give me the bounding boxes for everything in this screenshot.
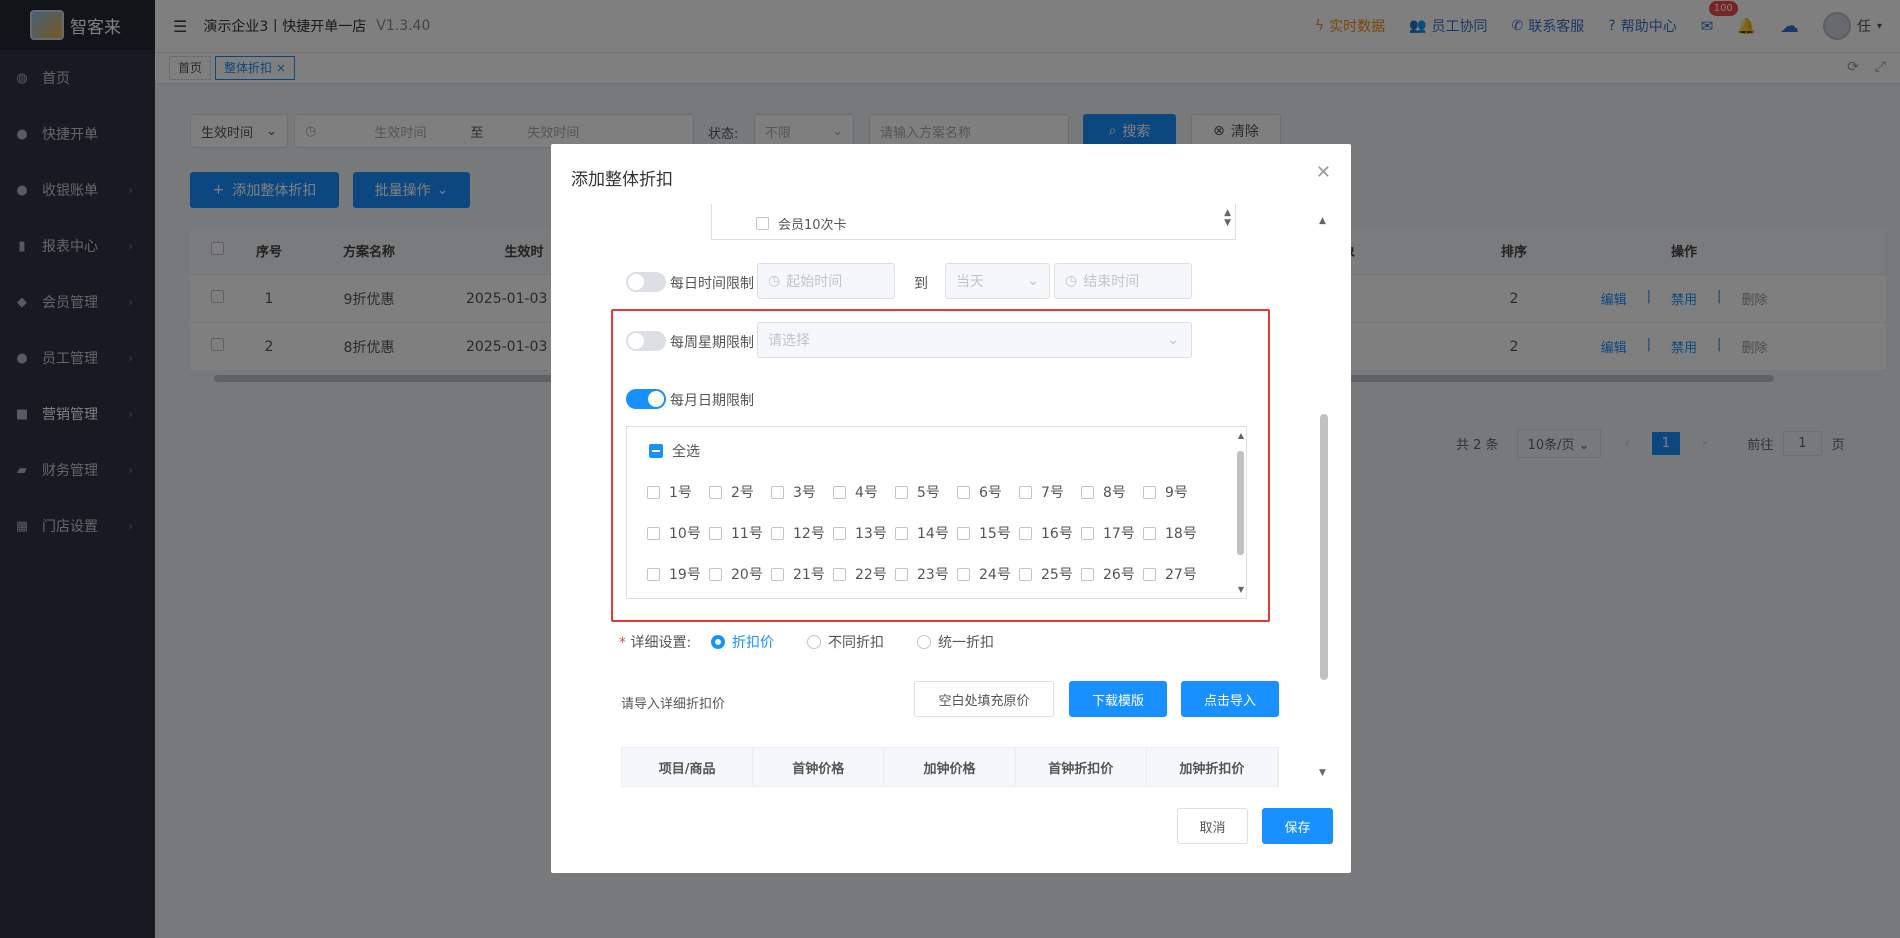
radio-discount-price[interactable]: 折扣价 bbox=[711, 632, 774, 652]
scroll-down-icon[interactable]: ▼ bbox=[1319, 768, 1326, 778]
scroll-up-icon[interactable]: ▲ bbox=[1238, 431, 1244, 440]
day-checkbox[interactable]: 16号 bbox=[1019, 523, 1073, 543]
day-checkbox[interactable]: 14号 bbox=[895, 523, 949, 543]
fill-blank-button[interactable]: 空白处填充原价 bbox=[914, 681, 1054, 717]
day-checkbox[interactable]: 4号 bbox=[833, 482, 878, 502]
end-time-input[interactable]: ◷ 结束时间 bbox=[1054, 263, 1192, 299]
day-checkbox[interactable]: 27号 bbox=[1143, 564, 1197, 584]
col-extra-price: 加钟价格 bbox=[884, 748, 1016, 786]
detail-settings-text: 详细设置: bbox=[630, 635, 692, 651]
day-checkbox[interactable]: 15号 bbox=[957, 523, 1011, 543]
days-checkbox-list: 全选 1号 2号 3号 4号 5号 6号 7号 8号 9号 10号 11号 12… bbox=[626, 426, 1247, 599]
import-label: 请导入详细折扣价 bbox=[621, 697, 726, 712]
day-checkbox[interactable]: 9号 bbox=[1143, 482, 1188, 502]
start-time-input[interactable]: ◷ 起始时间 bbox=[757, 263, 895, 299]
day-checkbox[interactable]: 22号 bbox=[833, 564, 887, 584]
monthly-label: 每月日期限制 bbox=[670, 393, 754, 409]
day-checkbox[interactable]: 6号 bbox=[957, 482, 1002, 502]
day-checkbox[interactable]: 21号 bbox=[771, 564, 825, 584]
dialog-scrollbar[interactable] bbox=[1320, 414, 1328, 680]
radio-indicator bbox=[711, 635, 725, 649]
dialog-title: 添加整体折扣 bbox=[571, 170, 673, 190]
import-button-label: 点击导入 bbox=[1203, 693, 1256, 709]
day-checkbox[interactable]: 13号 bbox=[833, 523, 887, 543]
member-card-list: 会员10次卡 ▲ ▼ bbox=[711, 204, 1236, 240]
days-scrollbar[interactable] bbox=[1237, 451, 1244, 555]
same-day-value: 当天 bbox=[956, 274, 984, 290]
price-table-header: 项目/商品 首钟价格 加钟价格 首钟折扣价 加钟折扣价 bbox=[621, 747, 1279, 787]
radio-indicator bbox=[917, 635, 931, 649]
detail-settings-label: * 详细设置: bbox=[619, 632, 691, 652]
radio-label: 不同折扣 bbox=[828, 635, 884, 651]
member-card-option[interactable]: 会员10次卡 bbox=[756, 214, 847, 233]
day-checkbox[interactable]: 25号 bbox=[1019, 564, 1073, 584]
start-time-placeholder: 起始时间 bbox=[786, 274, 843, 290]
member-card-label: 会员10次卡 bbox=[778, 218, 847, 233]
to-label: 到 bbox=[914, 276, 928, 292]
day-checkbox[interactable]: 8号 bbox=[1081, 482, 1126, 502]
chevron-down-icon: ⌄ bbox=[1027, 273, 1039, 289]
weekday-switch[interactable] bbox=[626, 331, 666, 351]
same-day-select[interactable]: 当天 ⌄ bbox=[945, 263, 1050, 299]
required-mark: * bbox=[619, 635, 626, 651]
day-checkbox[interactable]: 5号 bbox=[895, 482, 940, 502]
radio-indicator bbox=[807, 635, 821, 649]
indeterminate-checkbox bbox=[649, 444, 663, 458]
select-all-label: 全选 bbox=[672, 444, 700, 460]
weekday-select[interactable]: 请选择 ⌄ bbox=[757, 322, 1192, 358]
download-label: 下载模版 bbox=[1091, 693, 1144, 709]
col-item: 项目/商品 bbox=[622, 748, 754, 786]
import-button[interactable]: 点击导入 bbox=[1181, 681, 1279, 717]
add-discount-dialog: 添加整体折扣 ✕ 会员10次卡 ▲ ▼ 每日时间限制 ◷ 起始时间 到 当天 ⌄ ◷ 结… bbox=[551, 144, 1351, 873]
day-checkbox[interactable]: 3号 bbox=[771, 482, 816, 502]
day-checkbox[interactable]: 17号 bbox=[1081, 523, 1135, 543]
clock-icon: ◷ bbox=[768, 273, 781, 289]
day-checkbox[interactable]: 19号 bbox=[647, 564, 701, 584]
radio-uniform-discount[interactable]: 统一折扣 bbox=[917, 632, 994, 652]
cancel-label: 取消 bbox=[1199, 820, 1226, 836]
col-first-price: 首钟价格 bbox=[753, 748, 885, 786]
day-checkbox[interactable]: 18号 bbox=[1143, 523, 1197, 543]
day-checkbox[interactable]: 23号 bbox=[895, 564, 949, 584]
day-checkbox[interactable]: 12号 bbox=[771, 523, 825, 543]
day-checkbox[interactable]: 24号 bbox=[957, 564, 1011, 584]
radio-label: 统一折扣 bbox=[938, 635, 994, 651]
save-label: 保存 bbox=[1284, 820, 1311, 836]
daily-time-label: 每日时间限制 bbox=[670, 276, 754, 292]
daily-time-switch[interactable] bbox=[626, 272, 666, 292]
radio-different-discount[interactable]: 不同折扣 bbox=[807, 632, 884, 652]
day-checkbox[interactable]: 20号 bbox=[709, 564, 763, 584]
cancel-button[interactable]: 取消 bbox=[1177, 808, 1248, 844]
day-checkbox[interactable]: 26号 bbox=[1081, 564, 1135, 584]
col-first-discount: 首钟折扣价 bbox=[1016, 748, 1147, 786]
download-template-button[interactable]: 下载模版 bbox=[1069, 681, 1167, 717]
monthly-switch[interactable] bbox=[626, 389, 666, 409]
radio-label: 折扣价 bbox=[732, 635, 774, 651]
day-checkbox[interactable]: 11号 bbox=[709, 523, 763, 543]
close-icon[interactable]: ✕ bbox=[1316, 162, 1331, 183]
save-button[interactable]: 保存 bbox=[1262, 808, 1333, 844]
scroll-up-icon[interactable]: ▲ bbox=[1319, 216, 1326, 226]
select-all-checkbox[interactable]: 全选 bbox=[649, 441, 700, 461]
weekday-placeholder: 请选择 bbox=[768, 333, 810, 349]
day-checkbox[interactable]: 2号 bbox=[709, 482, 754, 502]
col-extra-discount: 加钟折扣价 bbox=[1147, 748, 1279, 786]
day-checkbox[interactable]: 1号 bbox=[647, 482, 692, 502]
day-checkbox[interactable]: 7号 bbox=[1019, 482, 1064, 502]
list-scroll-arrows[interactable]: ▲ ▼ bbox=[1224, 208, 1231, 228]
clock-icon: ◷ bbox=[1065, 273, 1078, 289]
fill-blank-label: 空白处填充原价 bbox=[938, 693, 1030, 709]
scroll-down-icon[interactable]: ▼ bbox=[1238, 585, 1244, 594]
chevron-down-icon: ⌄ bbox=[1167, 332, 1179, 348]
day-checkbox[interactable]: 10号 bbox=[647, 523, 701, 543]
checkbox[interactable] bbox=[756, 217, 769, 230]
weekday-label: 每周星期限制 bbox=[670, 335, 754, 351]
end-time-placeholder: 结束时间 bbox=[1083, 274, 1140, 290]
